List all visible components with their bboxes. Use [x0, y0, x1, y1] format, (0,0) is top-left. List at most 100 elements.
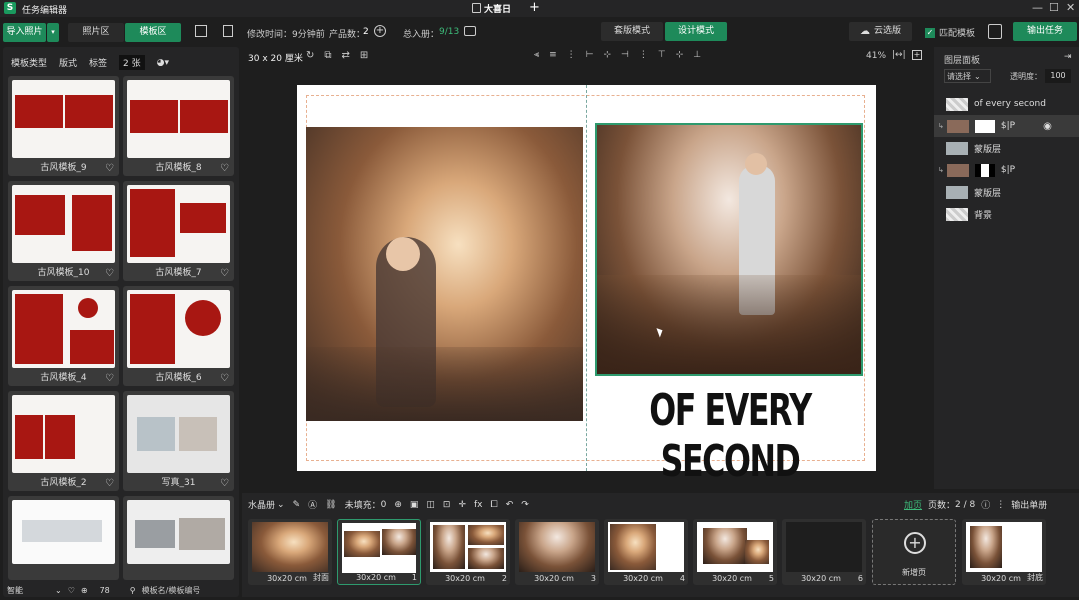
text-icon[interactable]: Ⓐ: [308, 498, 317, 511]
page-thumb-back-cover[interactable]: 30x20 cm 封底: [962, 519, 1046, 585]
visibility-eye-icon[interactable]: ◉: [1043, 121, 1052, 132]
template-card[interactable]: 古风模板_2 ♡: [8, 391, 119, 491]
filter-type[interactable]: 模板类型: [11, 56, 47, 69]
rotate-icon[interactable]: ↻: [306, 50, 314, 61]
template-mode-button[interactable]: 套版模式: [601, 22, 663, 41]
align-top-icon[interactable]: ⊤: [658, 50, 666, 60]
fx-icon[interactable]: fx: [474, 500, 483, 510]
info-icon[interactable]: ⓘ: [981, 498, 990, 511]
opacity-input[interactable]: 100: [1045, 69, 1071, 83]
minimize-button[interactable]: —: [1032, 1, 1043, 14]
import-photos-button[interactable]: 导入照片: [3, 23, 46, 42]
layer-item[interactable]: 蒙版层: [934, 137, 1079, 159]
page-spread[interactable]: OF EVERY SECOND: [297, 85, 876, 487]
output-task-button[interactable]: 输出任务: [1013, 22, 1077, 41]
smart-sort[interactable]: 智能: [7, 585, 23, 596]
heart-icon[interactable]: ♡: [220, 163, 229, 174]
page-thumb[interactable]: 30x20 cm 4: [604, 519, 688, 585]
align-vcenter-icon[interactable]: ⊹: [676, 50, 684, 60]
left-photo[interactable]: [306, 127, 583, 421]
layer-item[interactable]: 背景: [934, 203, 1079, 225]
select-icon[interactable]: ⧠: [490, 500, 497, 510]
fit-width-icon[interactable]: |↔|: [892, 50, 906, 60]
template-card[interactable]: [8, 496, 119, 580]
search-input[interactable]: 模板名/模板编号: [142, 585, 201, 596]
heart-icon[interactable]: ♡: [105, 163, 114, 174]
add-page-button[interactable]: + 新增页: [872, 519, 956, 585]
heart-icon[interactable]: ♡: [220, 478, 229, 489]
page-thumb-cover[interactable]: 30x20 cm 封面: [248, 519, 332, 585]
page-thumb-selected[interactable]: 30x20 cm 1: [337, 519, 421, 585]
headline-text[interactable]: OF EVERY SECOND: [634, 385, 826, 487]
layout-icon[interactable]: ⊞: [360, 50, 368, 61]
layer-item-selected[interactable]: ↳ $|P ◉: [934, 115, 1079, 137]
redo-icon[interactable]: ↷: [521, 500, 529, 510]
template-card[interactable]: 古风模板_8 ♡: [123, 76, 234, 176]
collapse-panel-icon[interactable]: ⇥: [1064, 52, 1072, 62]
tab-templates[interactable]: 模板区: [125, 23, 181, 42]
layer-item[interactable]: 蒙版层: [934, 181, 1079, 203]
heart-icon[interactable]: ♡: [220, 373, 229, 384]
add-product-icon[interactable]: +: [374, 25, 386, 37]
chevron-down-icon[interactable]: ⌄: [277, 500, 285, 510]
maximize-button[interactable]: ☐: [1049, 1, 1059, 14]
page-thumb[interactable]: 30x20 cm 2: [426, 519, 510, 585]
align-right-edge-icon[interactable]: ⊣: [621, 50, 629, 60]
cloud-template-button[interactable]: ☁ 云选版: [849, 22, 912, 41]
more-icon[interactable]: ⋮: [996, 500, 1005, 510]
template-card[interactable]: 古风模板_4 ♡: [8, 286, 119, 386]
design-mode-button[interactable]: 设计模式: [665, 22, 727, 41]
replace-icon[interactable]: ⧉: [324, 50, 331, 61]
match-template-toggle[interactable]: ✓ 匹配模板: [925, 26, 975, 39]
album-type-select[interactable]: 水晶册: [248, 498, 275, 511]
layer-item[interactable]: of every second: [934, 93, 1079, 115]
align-center-icon[interactable]: ≡: [549, 50, 557, 60]
album-icon[interactable]: [464, 26, 476, 36]
page-thumb[interactable]: 30x20 cm 3: [515, 519, 599, 585]
template-card[interactable]: 古风模板_7 ♡: [123, 181, 234, 281]
filter-layout[interactable]: 版式: [59, 56, 77, 69]
template-card[interactable]: 古风模板_6 ♡: [123, 286, 234, 386]
heart-icon[interactable]: ♡: [105, 268, 114, 279]
fullscreen-icon[interactable]: +: [912, 50, 922, 60]
checkbox-icon[interactable]: ✓: [925, 27, 935, 38]
expand-icon[interactable]: [195, 25, 207, 37]
heart-icon[interactable]: ♡: [68, 586, 75, 595]
output-single-button[interactable]: 输出单册: [1011, 498, 1047, 511]
filter-tags[interactable]: 标签: [89, 56, 107, 69]
heart-icon[interactable]: ♡: [105, 373, 114, 384]
settings-icon[interactable]: [988, 24, 1002, 39]
template-card[interactable]: 古风模板_10 ♡: [8, 181, 119, 281]
text-box-icon[interactable]: ⊡: [443, 500, 451, 510]
heart-icon[interactable]: ♡: [220, 268, 229, 279]
right-photo-selected[interactable]: [595, 123, 863, 376]
crop-icon[interactable]: ◫: [426, 500, 435, 510]
template-card[interactable]: [123, 496, 234, 580]
pen-icon[interactable]: ✎: [293, 500, 301, 510]
tab-photos[interactable]: 照片区: [68, 23, 124, 42]
chevron-down-icon[interactable]: ⌄: [55, 586, 62, 595]
image-icon[interactable]: ▣: [410, 500, 419, 510]
page-thumb-empty[interactable]: 30x20 cm 6: [782, 519, 866, 585]
layer-select[interactable]: 请选择 ⌄: [944, 69, 991, 83]
add-document-icon[interactable]: +: [529, 0, 540, 15]
add-circle-icon[interactable]: ⊕: [394, 500, 402, 510]
heart-icon[interactable]: ♡: [105, 478, 114, 489]
move-icon[interactable]: ✛: [458, 500, 466, 510]
align-hcenter-icon[interactable]: ⊹: [603, 50, 611, 60]
link-icon[interactable]: ⛓: [325, 500, 336, 510]
color-filter-icon[interactable]: ◕▾: [157, 58, 169, 68]
zoom-icon[interactable]: ⊕: [81, 586, 88, 595]
align-bottom-icon[interactable]: ⊥: [693, 50, 701, 60]
filter-count[interactable]: 2 张: [119, 55, 145, 70]
layer-item[interactable]: ↳ $|P: [934, 159, 1079, 181]
search-icon[interactable]: ⚲: [130, 586, 136, 595]
align-left-edge-icon[interactable]: ⊢: [586, 50, 594, 60]
template-card[interactable]: 写真_31 ♡: [123, 391, 234, 491]
import-dropdown-icon[interactable]: ▾: [47, 23, 59, 42]
add-page-link[interactable]: 加页: [904, 498, 922, 511]
page-thumb[interactable]: 30x20 cm 5: [693, 519, 777, 585]
swap-icon[interactable]: ⇄: [342, 50, 350, 61]
undo-icon[interactable]: ↶: [506, 500, 514, 510]
close-button[interactable]: ✕: [1066, 1, 1075, 14]
